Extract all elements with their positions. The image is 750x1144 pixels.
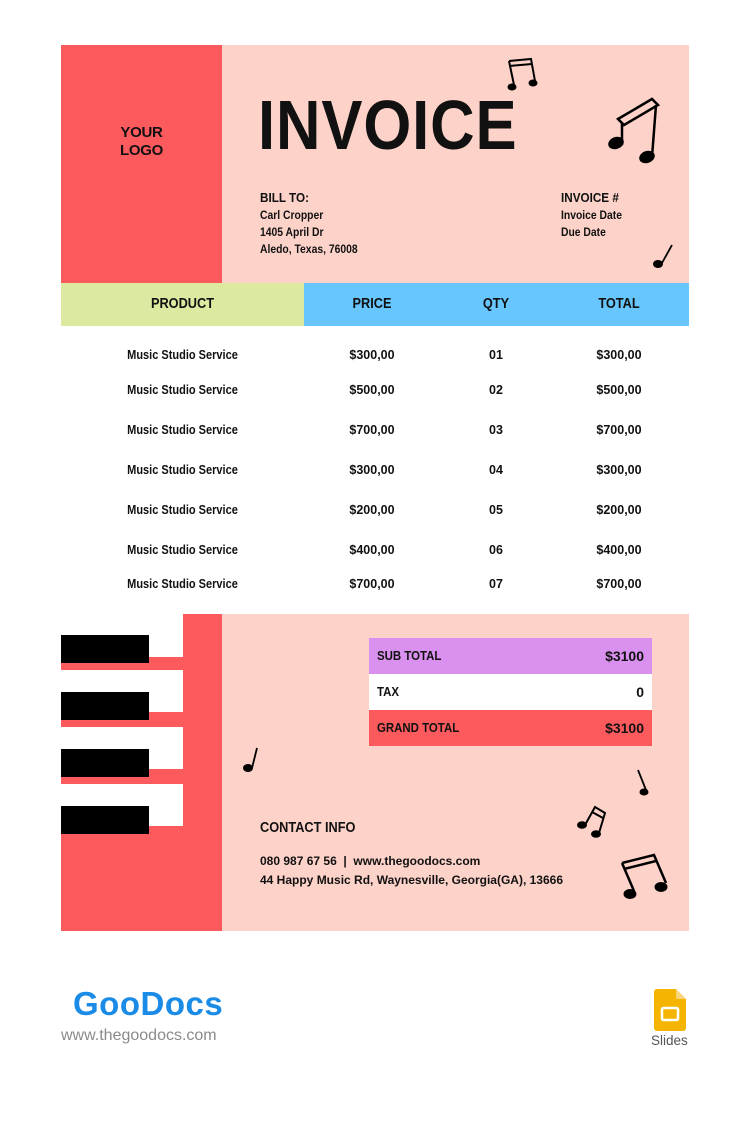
tax-label: TAX xyxy=(377,684,400,699)
subtotal-value: $3100 xyxy=(605,648,644,664)
piano-black-key xyxy=(61,806,149,834)
quarter-note-icon xyxy=(243,747,258,772)
product-cell: Music Studio Service xyxy=(127,543,238,557)
column-header-total: TOTAL xyxy=(598,296,640,312)
total-cell: $400,00 xyxy=(596,543,642,557)
qty-cell: 02 xyxy=(489,383,503,397)
product-cell: Music Studio Service xyxy=(127,463,238,477)
price-cell: $300,00 xyxy=(349,348,395,362)
tax-value: 0 xyxy=(636,684,644,700)
qty-cell: 06 xyxy=(489,543,503,557)
grand-total-label: GRAND TOTAL xyxy=(377,720,460,735)
invoice-title: INVOICE xyxy=(258,86,518,164)
bill-to-name: Carl Cropper xyxy=(260,210,324,222)
due-date-label: Due Date xyxy=(561,227,606,239)
invoice-date-label: Invoice Date xyxy=(561,210,622,222)
piano-black-key xyxy=(61,749,149,777)
logo-line-1: YOUR xyxy=(120,124,163,141)
beamed-notes-icon xyxy=(507,57,538,91)
contact-info-title: CONTACT INFO xyxy=(260,820,356,836)
total-cell: $300,00 xyxy=(596,348,642,362)
subtotal-label: SUB TOTAL xyxy=(377,648,442,663)
price-cell: $300,00 xyxy=(349,463,395,477)
quarter-note-icon xyxy=(637,769,649,796)
grand-total-value: $3100 xyxy=(605,720,644,736)
total-cell: $300,00 xyxy=(596,463,642,477)
total-cell: $500,00 xyxy=(596,383,642,397)
goodocs-logo[interactable]: GooDocs xyxy=(73,985,223,1023)
product-cell: Music Studio Service xyxy=(127,423,238,437)
goodocs-url[interactable]: www.thegoodocs.com xyxy=(61,1027,217,1045)
qty-cell: 07 xyxy=(489,577,503,591)
column-header-product: PRODUCT xyxy=(150,296,215,312)
product-cell: Music Studio Service xyxy=(127,503,238,517)
qty-cell: 05 xyxy=(489,503,503,517)
bill-to-label: BILL TO: xyxy=(260,190,309,205)
price-cell: $500,00 xyxy=(349,383,395,397)
price-cell: $400,00 xyxy=(349,543,395,557)
product-cell: Music Studio Service xyxy=(127,348,238,362)
beamed-notes-icon xyxy=(620,853,668,899)
price-cell: $200,00 xyxy=(349,503,395,517)
google-slides-icon[interactable] xyxy=(654,989,686,1031)
logo-line-2: LOGO xyxy=(120,142,163,159)
tax-row: TAX 0 xyxy=(369,674,652,710)
quarter-note-icon xyxy=(653,244,673,268)
slides-label: Slides xyxy=(651,1033,688,1048)
subtotal-row: SUB TOTAL $3100 xyxy=(369,638,652,674)
bill-to-city: Aledo, Texas, 76008 xyxy=(260,244,358,256)
logo-placeholder: YOUR LOGO xyxy=(61,124,222,160)
product-cell: Music Studio Service xyxy=(127,383,238,397)
column-header-qty: QTY xyxy=(482,296,510,312)
total-cell: $200,00 xyxy=(596,503,642,517)
price-cell: $700,00 xyxy=(349,577,395,591)
contact-phone-website: 080 987 67 56 | www.thegoodocs.com xyxy=(260,854,481,868)
piano-black-key xyxy=(61,635,149,663)
total-cell: $700,00 xyxy=(596,577,642,591)
product-cell: Music Studio Service xyxy=(127,577,238,591)
column-header-price: PRICE xyxy=(352,296,392,312)
bill-to-street: 1405 April Dr xyxy=(260,227,324,239)
contact-address: 44 Happy Music Rd, Waynesville, Georgia(… xyxy=(260,873,563,887)
qty-cell: 03 xyxy=(489,423,503,437)
piano-black-key xyxy=(61,692,149,720)
qty-cell: 04 xyxy=(489,463,503,477)
grand-total-row: GRAND TOTAL $3100 xyxy=(369,710,652,746)
price-cell: $700,00 xyxy=(349,423,395,437)
qty-cell: 01 xyxy=(489,348,503,362)
total-cell: $700,00 xyxy=(596,423,642,437)
beamed-notes-icon xyxy=(608,97,661,164)
beamed-notes-icon xyxy=(577,805,607,838)
invoice-number-label: INVOICE # xyxy=(561,190,619,205)
logo-panel xyxy=(61,45,222,283)
